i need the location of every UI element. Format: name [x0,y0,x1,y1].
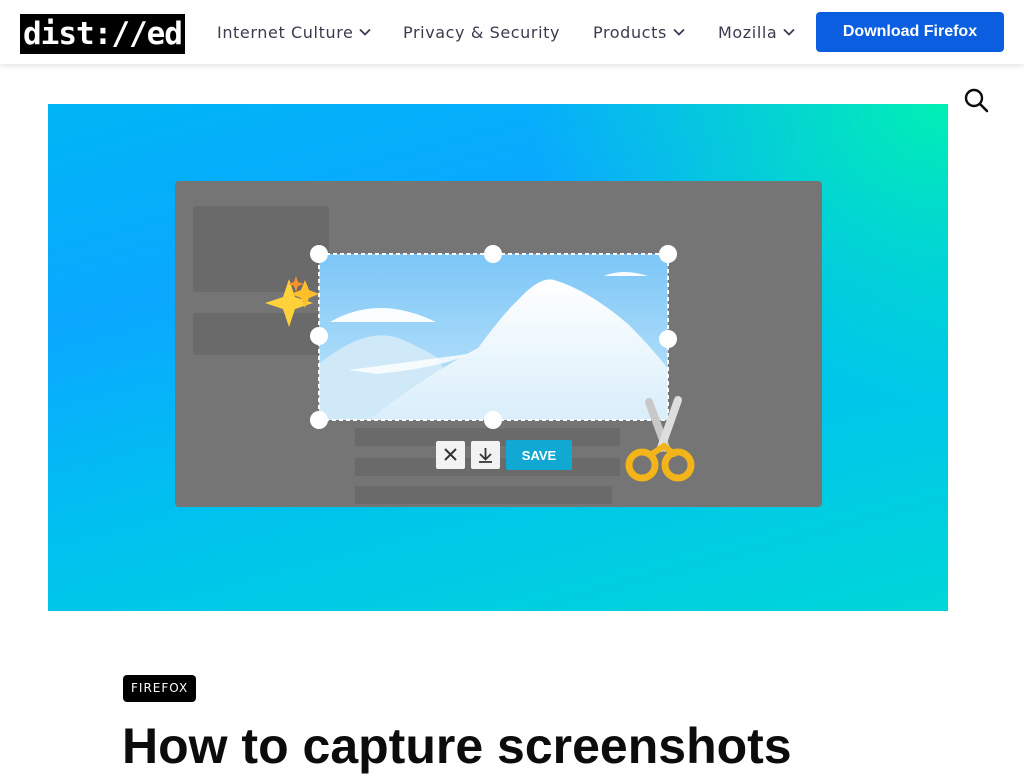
search-icon[interactable] [962,86,990,114]
nav-products[interactable]: Products [593,20,685,44]
site-header: dist://ed Internet Culture Privacy & Sec… [0,0,1024,64]
chevron-down-icon [359,28,372,36]
save-button[interactable]: SAVE [506,440,572,470]
svg-text:SAVE: SAVE [522,448,557,463]
download-icon[interactable] [471,441,500,469]
download-firefox-button[interactable]: Download Firefox [816,12,1004,52]
category-tag[interactable]: FIREFOX [123,675,197,702]
screenshot-illustration: SAVE [175,181,822,507]
nav-mozilla[interactable]: Mozilla [718,20,795,44]
nav-label: Products [593,22,667,42]
selection-region [310,245,677,429]
hero-image: SAVE [48,104,948,611]
chevron-down-icon [783,28,795,36]
nav-label: Privacy & Security [403,22,561,42]
nav-label: Internet Culture [217,22,354,42]
nav-label: Mozilla [718,22,778,42]
logo[interactable]: dist://ed [20,14,185,54]
nav-privacy-security[interactable]: Privacy & Security [403,20,560,44]
chevron-down-icon [673,28,685,36]
close-icon[interactable] [436,441,465,469]
nav-internet-culture[interactable]: Internet Culture [217,20,372,44]
